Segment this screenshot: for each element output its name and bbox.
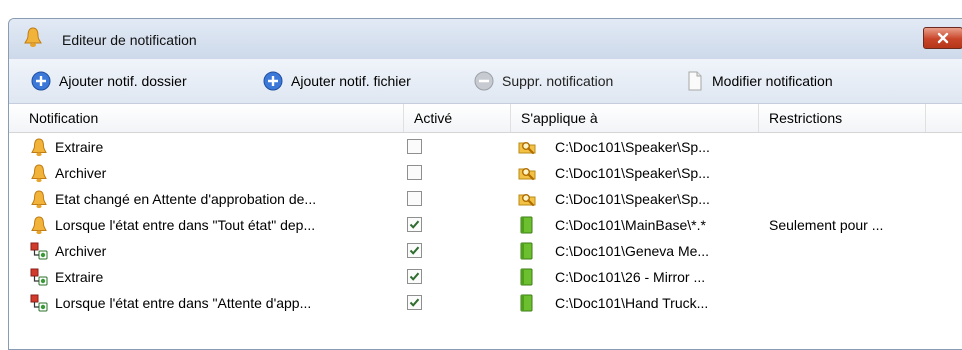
notification-name: Archiver [55,165,107,181]
minus-circle-icon [474,71,494,91]
window-title: Editeur de notification [62,32,197,48]
bell-icon [31,164,47,183]
book-icon [520,294,533,312]
folder-search-icon [518,141,536,155]
table-row[interactable]: Etat changé en Attente d'approbation de.… [9,186,962,212]
active-checkbox[interactable] [407,191,422,206]
applies-to-path: C:\Doc101\Speaker\Sp... [555,165,710,181]
folder-search-icon [518,193,536,207]
restrictions-text [769,264,919,290]
book-icon [520,216,533,234]
edit-notification-button[interactable]: Modifier notification [686,59,833,103]
workflow-icon [30,294,48,312]
edit-notification-label: Modifier notification [712,73,833,89]
column-header-applies-to[interactable]: S'applique à [511,104,759,132]
active-checkbox[interactable] [407,269,422,284]
active-checkbox[interactable] [407,243,422,258]
checkmark-icon [409,298,420,307]
notification-editor-window: Editeur de notification Ajouter notif. d… [8,18,962,350]
title-bar[interactable]: Editeur de notification [9,19,962,59]
restrictions-text [769,160,919,186]
notification-name: Extraire [55,139,104,155]
column-header-filler [926,104,962,132]
notification-name: Lorsque l'état entre dans "Tout état" de… [55,217,316,233]
notification-name: Lorsque l'état entre dans "Attente d'app… [55,295,312,311]
notification-name: Etat changé en Attente d'approbation de.… [55,191,317,207]
workflow-icon [30,242,48,260]
table-row[interactable]: Archiver C:\Doc101\Speaker\Sp... [9,160,962,186]
applies-to-path: C:\Doc101\26 - Mirror ... [555,269,706,285]
active-checkbox[interactable] [407,295,422,310]
notification-name: Archiver [55,243,107,259]
delete-notification-label: Suppr. notification [502,73,614,89]
notification-name: Extraire [55,269,104,285]
document-icon [688,71,702,91]
plus-circle-icon [31,71,51,91]
restrictions-text [769,290,919,316]
add-file-notification-label: Ajouter notif. fichier [291,73,411,89]
bell-icon [31,216,47,235]
table-row[interactable]: Archiver C:\Doc101\Geneva Me... [9,238,962,264]
close-button[interactable] [923,27,962,49]
active-checkbox[interactable] [407,217,422,232]
workflow-icon [30,268,48,286]
active-checkbox[interactable] [407,165,422,180]
restrictions-text [769,186,919,212]
table-row[interactable]: Extraire C:\Doc101\26 - Mirror ... [9,264,962,290]
column-header-active[interactable]: Activé [404,104,511,132]
close-icon [937,32,949,44]
bell-icon [31,190,47,209]
active-checkbox[interactable] [407,139,422,154]
column-header-restrictions[interactable]: Restrictions [759,104,926,132]
restrictions-text [769,238,919,264]
book-icon [520,268,533,286]
plus-circle-icon [263,71,283,91]
folder-search-icon [518,167,536,181]
add-folder-notification-label: Ajouter notif. dossier [59,73,187,89]
add-file-notification-button[interactable]: Ajouter notif. fichier [263,59,411,103]
table-row[interactable]: Lorsque l'état entre dans "Tout état" de… [9,212,962,238]
checkmark-icon [409,220,420,229]
bell-icon [31,138,47,157]
notification-table: Notification Activé S'applique à Restric… [9,104,962,349]
delete-notification-button[interactable]: Suppr. notification [474,59,613,103]
checkmark-icon [409,272,420,281]
toolbar: Ajouter notif. dossier Ajouter notif. fi… [9,59,962,104]
applies-to-path: C:\Doc101\Geneva Me... [555,243,710,259]
restrictions-text: Seulement pour ... [769,217,884,233]
applies-to-path: C:\Doc101\MainBase\*.* [555,217,706,233]
applies-to-path: C:\Doc101\Speaker\Sp... [555,191,710,207]
bell-icon [24,27,42,47]
column-header-notification[interactable]: Notification [9,104,404,132]
applies-to-path: C:\Doc101\Hand Truck... [555,295,709,311]
applies-to-path: C:\Doc101\Speaker\Sp... [555,139,710,155]
restrictions-text [769,134,919,160]
add-folder-notification-button[interactable]: Ajouter notif. dossier [31,59,187,103]
table-row[interactable]: Extraire C:\Doc101\Speaker\Sp... [9,134,962,160]
book-icon [520,242,533,260]
checkmark-icon [409,246,420,255]
table-row[interactable]: Lorsque l'état entre dans "Attente d'app… [9,290,962,316]
table-header: Notification Activé S'applique à Restric… [9,104,962,133]
